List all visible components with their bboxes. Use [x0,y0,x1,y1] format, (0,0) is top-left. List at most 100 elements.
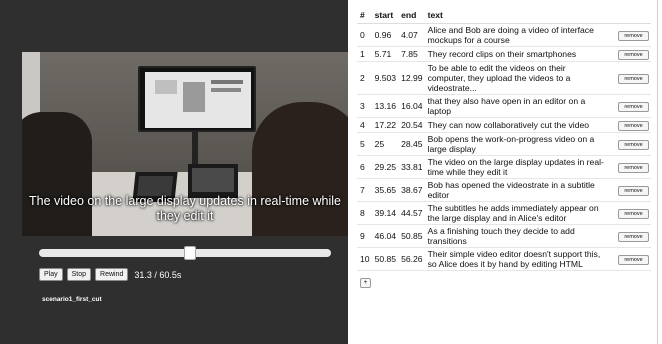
column-header-start: start [371,8,399,24]
remove-row-button[interactable]: remove [618,255,649,265]
row-actions: remove [607,46,651,62]
row-end-time: 33.81 [398,155,425,179]
row-number: 9 [357,224,372,248]
row-number: 10 [357,247,372,271]
subtitle-table: # start end text 0 0.96 4.07 Alice and Bob … [357,8,651,271]
table-row: 9 46.04 50.85 As a finishing touch they dec… [357,224,651,248]
row-number: 5 [357,132,372,156]
table-row: 6 29.25 33.81 The video on the large displa… [357,155,651,179]
remove-row-button[interactable]: remove [618,102,649,112]
row-actions: remove [607,132,651,156]
row-actions: remove [607,178,651,202]
row-text[interactable]: The subtitles he adds immediately appear… [424,201,608,225]
row-end-time: 7.85 [398,46,425,62]
row-text[interactable]: Alice and Bob are doing a video of inter… [424,23,608,47]
table-row: 4 17.22 20.54 They can now collaboratively … [357,117,651,133]
row-actions: remove [607,201,651,225]
row-end-time: 12.99 [398,61,425,95]
row-number: 2 [357,61,372,95]
row-text[interactable]: The video on the large display updates i… [424,155,608,179]
row-start-time: 39.14 [371,201,399,225]
row-start-time: 35.65 [371,178,399,202]
remove-row-button[interactable]: remove [618,140,649,150]
row-text[interactable]: Their simple video editor doesn't suppor… [424,247,608,271]
row-actions: remove [607,94,651,118]
subtitle-table-panel: # start end text 0 0.96 4.07 Alice and Bob … [357,8,651,289]
add-row-button[interactable]: + [360,278,371,288]
row-actions: remove [607,224,651,248]
row-end-time: 44.57 [398,201,425,225]
row-start-time: 13.16 [371,94,399,118]
play-button[interactable]: Play [39,268,63,281]
row-number: 8 [357,201,372,225]
remove-row-button[interactable]: remove [618,50,649,60]
video-subtitle: The video on the large display updates i… [29,194,341,223]
table-header-row: # start end text [357,8,651,24]
row-start-time: 29.25 [371,155,399,179]
panel-divider [657,0,658,344]
table-row: 8 39.14 44.57 The subtitles he adds immedia… [357,201,651,225]
column-header-number: # [357,8,372,24]
table-row: 2 9.503 12.99 To be able to edit the videos… [357,61,651,95]
row-actions: remove [607,117,651,133]
video-scene-laptop [188,164,238,198]
row-start-time: 5.71 [371,46,399,62]
video-scene-display [138,66,256,132]
row-number: 3 [357,94,372,118]
table-row: 7 35.65 38.67 Bob has opened the videostrat… [357,178,651,202]
remove-row-button[interactable]: remove [618,163,649,173]
row-end-time: 38.67 [398,178,425,202]
row-end-time: 50.85 [398,224,425,248]
row-text[interactable]: They record clips on their smartphones [424,46,608,62]
row-actions: remove [607,247,651,271]
seek-bar[interactable] [39,246,331,260]
row-number: 4 [357,117,372,133]
time-display: 31.3 / 60.5s [134,269,182,280]
row-text[interactable]: Bob opens the work-on-progress video on … [424,132,608,156]
row-end-time: 16.04 [398,94,425,118]
row-actions: remove [607,155,651,179]
column-header-actions [607,8,651,24]
row-end-time: 56.26 [398,247,425,271]
column-header-end: end [398,8,425,24]
row-actions: remove [607,61,651,95]
row-actions: remove [607,23,651,47]
row-end-time: 28.45 [398,132,425,156]
remove-row-button[interactable]: remove [618,232,649,242]
remove-row-button[interactable]: remove [618,74,649,84]
row-start-time: 46.04 [371,224,399,248]
row-text[interactable]: They can now collaboratively cut the vid… [424,117,608,133]
seek-thumb[interactable] [184,246,196,260]
row-text[interactable]: Bob has opened the videostrate in a subt… [424,178,608,202]
row-start-time: 0.96 [371,23,399,47]
table-row: 10 50.85 56.26 Their simple video editor do… [357,247,651,271]
playback-controls: Play Stop Rewind 31.3 / 60.5s [39,268,181,281]
row-start-time: 25 [371,132,399,156]
table-row: 3 13.16 16.04 that they also have open in a… [357,94,651,118]
remove-row-button[interactable]: remove [618,186,649,196]
row-start-time: 50.85 [371,247,399,271]
video-player-panel: The video on the large display updates i… [0,0,348,344]
row-number: 1 [357,46,372,62]
row-start-time: 17.22 [371,117,399,133]
row-text[interactable]: that they also have open in an editor on… [424,94,608,118]
remove-row-button[interactable]: remove [618,209,649,219]
remove-row-button[interactable]: remove [618,31,649,41]
table-row: 5 25 28.45 Bob opens the work-on-progress v… [357,132,651,156]
table-row: 1 5.71 7.85 They record clips on their smar… [357,46,651,62]
row-number: 7 [357,178,372,202]
row-end-time: 4.07 [398,23,425,47]
row-start-time: 9.503 [371,61,399,95]
row-end-time: 20.54 [398,117,425,133]
cut-name-label: scenario1_first_cut [42,296,102,303]
table-row: 0 0.96 4.07 Alice and Bob are doing a video… [357,23,651,47]
row-number: 0 [357,23,372,47]
row-number: 6 [357,155,372,179]
column-header-text: text [424,8,608,24]
stop-button[interactable]: Stop [66,268,92,281]
remove-row-button[interactable]: remove [618,121,649,131]
row-text[interactable]: To be able to edit the videos on their c… [424,61,608,95]
rewind-button[interactable]: Rewind [95,268,129,281]
video-frame[interactable]: The video on the large display updates i… [22,52,348,236]
row-text[interactable]: As a finishing touch they decide to add … [424,224,608,248]
